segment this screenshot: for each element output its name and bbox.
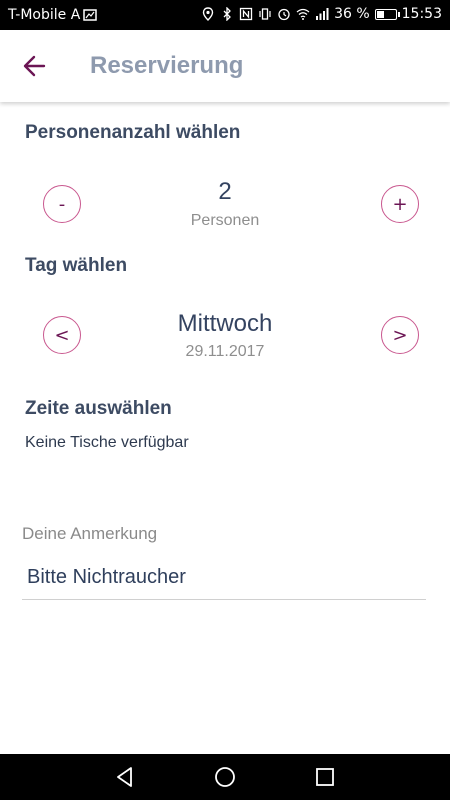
nfc-icon: [239, 7, 253, 21]
reservation-screen: T-Mobile A 36 % 15:53 Reservierung Perso…: [0, 0, 450, 800]
increment-persons-button[interactable]: +: [381, 185, 419, 223]
note-input[interactable]: [22, 556, 426, 600]
persons-unit-label: Personen: [190, 212, 260, 229]
battery-fill: [376, 10, 384, 18]
status-bar: T-Mobile A 36 % 15:53: [0, 0, 450, 30]
sim-card-icon: [83, 9, 98, 21]
location-icon: [202, 7, 214, 21]
date: 29.11.2017: [185, 343, 265, 360]
persons-section-title: Personenanzahl wählen: [25, 122, 241, 143]
vibrate-icon: [259, 8, 271, 20]
app-bar: Reservierung: [0, 30, 450, 102]
no-tables-message: Keine Tische verfügbar: [25, 434, 189, 451]
carrier-group: T-Mobile A: [8, 7, 98, 23]
navigation-bar: [0, 754, 450, 800]
note-label: Deine Anmerkung: [22, 524, 158, 543]
next-day-button[interactable]: >: [381, 316, 419, 354]
battery-icon: [374, 8, 400, 20]
battery-percent: 36 %: [334, 6, 370, 22]
carrier-name: T-Mobile A: [8, 7, 81, 23]
page-title: Reservierung: [90, 52, 244, 79]
arrow-left-icon: [23, 55, 46, 77]
wifi-icon: [296, 8, 310, 20]
alarm-icon: [278, 8, 290, 21]
time-section-title: Zeite auswählen: [25, 398, 172, 419]
day-section-title: Tag wählen: [25, 255, 128, 276]
recent-apps-square-icon[interactable]: [313, 765, 337, 789]
signal-icon: [316, 8, 329, 20]
bluetooth-icon: [223, 7, 231, 21]
clock: 15:53: [401, 6, 442, 22]
home-circle-icon[interactable]: [213, 765, 237, 789]
back-button[interactable]: [18, 50, 52, 82]
back-triangle-icon[interactable]: [113, 765, 137, 789]
status-icons: 36 % 15:53: [201, 6, 442, 22]
